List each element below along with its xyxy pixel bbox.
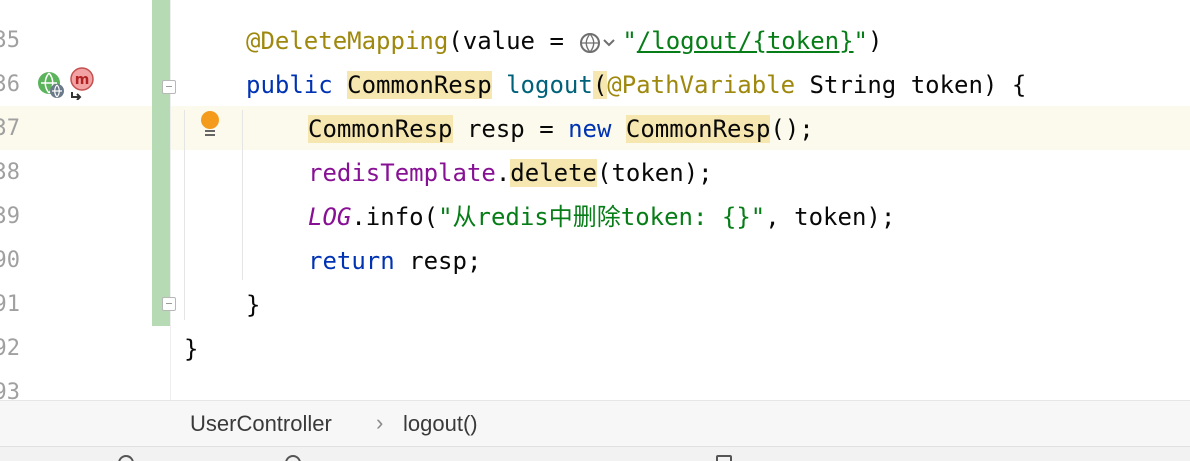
code-token: .info( [351,203,439,231]
closing-brace: } [184,335,199,363]
type-token: CommonResp [347,71,492,99]
code-line-92[interactable]: } [184,327,198,371]
web-endpoint-icon[interactable] [36,70,66,100]
method-override-icon[interactable]: m [66,66,98,100]
annotation-token: @PathVariable [607,71,796,99]
type-token: CommonResp [308,115,453,143]
code-token: resp; [394,247,482,275]
code-line-35[interactable]: @DeleteMapping(value = "/logout/{token}"… [246,19,882,63]
url-inlay[interactable] [578,26,622,54]
code-line-37[interactable]: CommonResp resp = new CommonResp(); [308,107,814,151]
type-token: CommonResp [625,115,771,143]
line-number: 91 [0,292,20,317]
fold-icon[interactable] [162,80,176,94]
profiler-icon [285,454,301,461]
line-number: 90 [0,248,20,273]
breadcrumb-class[interactable]: UserController [190,401,332,447]
code-editor[interactable]: 35 36 37 38 39 90 91 92 93 m @DeleteMapp… [0,0,1190,400]
breadcrumb-separator: › [376,410,384,435]
method-name-token: logout [506,71,593,99]
code-line-39[interactable]: LOG.info("从redis中删除token: {}", token); [308,195,895,239]
breadcrumb-method[interactable]: logout() [403,401,478,447]
method-call-token: delete [510,159,597,187]
code-token: String token) { [795,71,1027,99]
line-number: 36 [0,72,20,97]
code-token: ( [592,71,608,99]
code-line-91[interactable]: } [246,283,260,327]
code-token: . [495,159,511,187]
url-path[interactable]: /logout/{token} [637,27,854,55]
code-line-36[interactable]: public CommonResp logout(@PathVariable S… [246,63,1026,107]
chevron-down-icon [603,39,616,47]
string-literal: "从redis中删除token: {}" [438,203,766,231]
code-token: , token); [765,203,896,231]
string-quote: " [853,27,868,55]
code-line-90[interactable]: return resp; [308,239,481,283]
line-number: 35 [0,28,20,53]
terminal-icon [716,454,732,461]
keyword-token: return [308,247,395,275]
code-token: (); [770,115,814,143]
field-token: redisTemplate [308,159,496,187]
breadcrumb: UserController › logout() [0,400,1190,447]
line-number: 38 [0,160,20,185]
code-token: ) [868,27,883,55]
closing-brace: } [246,291,261,319]
line-number: 39 [0,204,20,229]
fold-icon[interactable] [162,297,176,311]
code-line-38[interactable]: redisTemplate.delete(token); [308,151,713,195]
keyword-token: new [568,115,612,143]
line-number: 37 [0,116,20,141]
tool-window-bar [0,446,1190,461]
code-token: (value = [448,27,579,55]
indent-guide [184,110,185,320]
indent-guide [242,110,243,280]
static-field-token: LOG [308,203,352,231]
gutter-separator [170,0,171,400]
svg-text:m: m [75,72,90,88]
globe-icon[interactable] [578,30,622,56]
string-quote: " [622,27,637,55]
problems-icon [118,454,134,461]
line-number: 92 [0,336,20,361]
vcs-change-marker[interactable] [152,0,170,326]
code-token: (token); [597,159,713,187]
code-token: resp = [452,115,569,143]
keyword-token: public [246,71,333,99]
intention-bulb-icon[interactable] [199,110,221,138]
annotation-token: @DeleteMapping [246,27,449,55]
line-number: 93 [0,380,20,400]
